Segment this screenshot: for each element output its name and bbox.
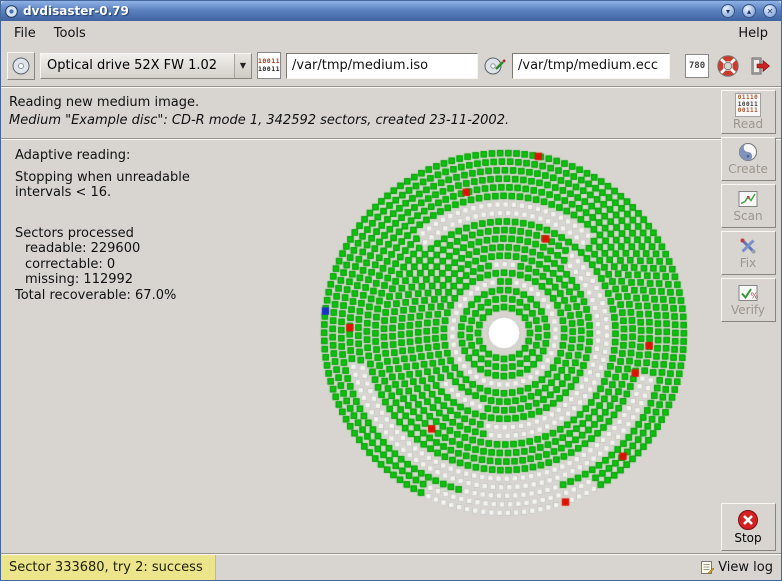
read-button[interactable]: 01110 10011 00111 Read — [721, 90, 776, 134]
log-page-icon — [700, 560, 714, 575]
sectors-readable: readable: 229600 — [15, 241, 190, 257]
fix-button[interactable]: Fix — [721, 231, 776, 275]
view-log-label: View log — [718, 560, 773, 575]
action-sidebar: 01110 10011 00111 Read Create — [716, 87, 780, 553]
statusbar: Sector 333680, try 2: success View log — [1, 554, 781, 580]
disc-visualization — [299, 128, 709, 538]
stop-icon — [737, 509, 759, 531]
binary-read-icon: 01110 10011 00111 — [735, 93, 762, 117]
drive-select-value: Optical drive 52X FW 1.02 — [41, 58, 234, 73]
total-recoverable: Total recoverable: 67.0% — [15, 288, 190, 303]
drive-icon-button[interactable] — [7, 52, 35, 80]
create-button[interactable]: Create — [721, 137, 776, 181]
quit-button[interactable] — [747, 52, 775, 80]
status-message: Sector 333680, try 2: success — [1, 555, 216, 580]
minimize-button[interactable]: ▾ — [721, 4, 735, 18]
verify-check-icon: % — [738, 283, 758, 303]
maximize-button[interactable]: ▴ — [742, 4, 756, 18]
stop-button[interactable]: Stop — [721, 503, 776, 551]
preferences-button[interactable]: 780 — [685, 54, 709, 78]
app-icon — [5, 5, 18, 18]
medium-info-line: Medium "Example disc": CD-R mode 1, 3425… — [9, 112, 773, 129]
iso-path-input[interactable] — [286, 53, 478, 79]
exit-door-icon — [750, 55, 772, 77]
reading-info-panel: Adaptive reading: Stopping when unreadab… — [15, 148, 190, 303]
verify-button[interactable]: % Verify — [721, 278, 776, 322]
close-button[interactable]: ✕ — [763, 4, 777, 18]
read-button-label: Read — [733, 117, 763, 131]
help-button[interactable] — [714, 52, 742, 80]
ecc-file-icon — [483, 54, 507, 78]
svg-text:%: % — [751, 292, 759, 301]
drive-select[interactable]: Optical drive 52X FW 1.02 ▼ — [40, 53, 252, 79]
lifebuoy-icon — [717, 55, 739, 77]
titlebar[interactable]: dvdisaster-0.79 ▾ ▴ ✕ — [1, 1, 781, 21]
stop-condition-line1: Stopping when unreadable — [15, 170, 190, 185]
verify-button-label: Verify — [731, 303, 765, 317]
chevron-down-icon: ▼ — [234, 54, 251, 78]
yinyang-create-icon — [738, 142, 758, 162]
sectors-missing: missing: 112992 — [15, 272, 190, 288]
menu-tools[interactable]: Tools — [45, 23, 95, 44]
ecc-path-input[interactable] — [512, 53, 670, 79]
menu-file[interactable]: File — [5, 23, 45, 44]
window-title: dvdisaster-0.79 — [23, 4, 714, 18]
create-button-label: Create — [728, 162, 768, 176]
scan-button-label: Scan — [733, 209, 762, 223]
adaptive-reading-title: Adaptive reading: — [15, 148, 190, 163]
sectors-processed-title: Sectors processed — [15, 226, 190, 241]
stop-button-label: Stop — [734, 531, 761, 545]
crossed-tools-icon — [738, 236, 758, 256]
preferences-icon: 780 — [689, 61, 705, 71]
toolbar: Optical drive 52X FW 1.02 ▼ 10011 10011 … — [1, 45, 781, 87]
view-log-button[interactable]: View log — [700, 560, 781, 575]
scan-chart-icon — [738, 189, 758, 209]
iso-file-icon: 10011 10011 — [257, 52, 281, 79]
menubar: File Tools Help — [1, 21, 781, 45]
disc-drive-icon — [11, 56, 31, 76]
sectors-correctable: correctable: 0 — [15, 257, 190, 273]
menu-help[interactable]: Help — [729, 23, 777, 44]
app-window: dvdisaster-0.79 ▾ ▴ ✕ File Tools Help Op… — [0, 0, 782, 581]
fix-button-label: Fix — [740, 256, 756, 270]
status-line: Reading new medium image. — [9, 94, 773, 111]
stop-condition-line2: intervals < 16. — [15, 185, 190, 200]
scan-button[interactable]: Scan — [721, 184, 776, 228]
